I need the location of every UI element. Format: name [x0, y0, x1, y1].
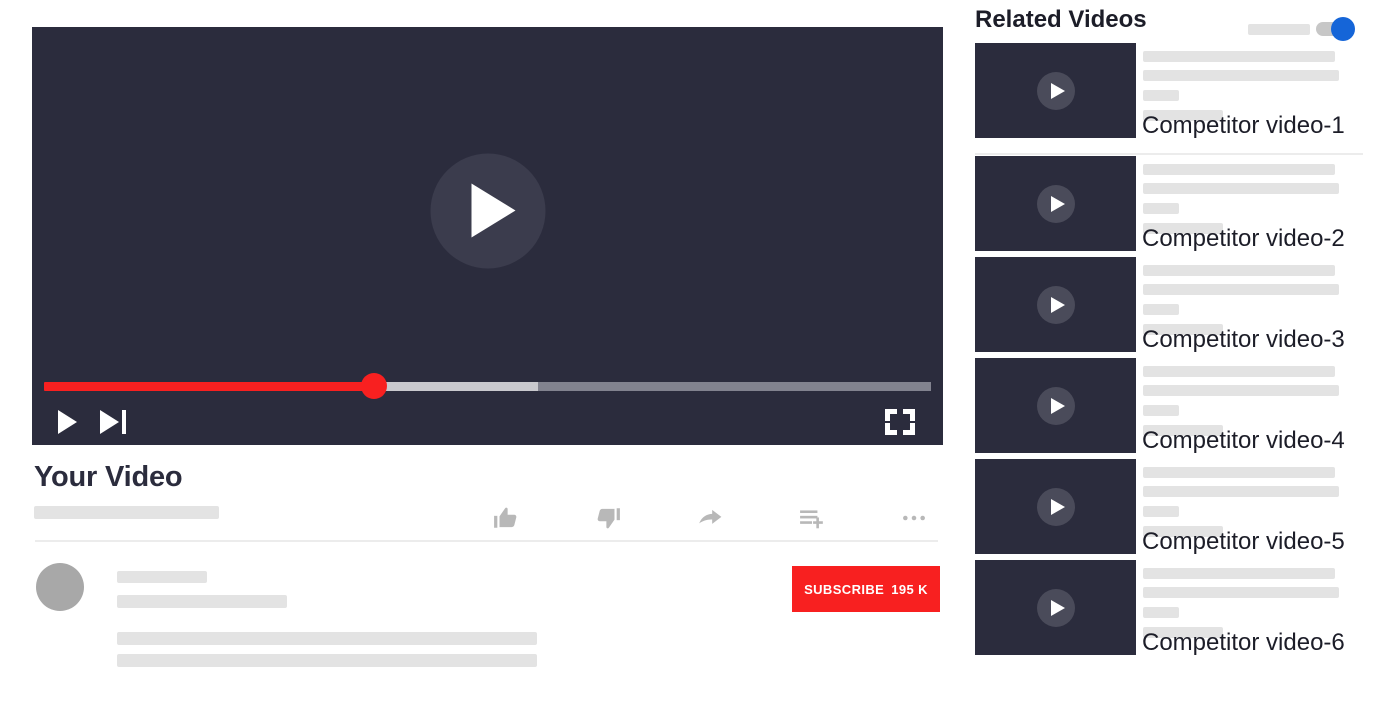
channel-meta-placeholder — [117, 595, 287, 608]
fullscreen-icon — [885, 409, 915, 435]
play-icon — [1036, 71, 1075, 110]
toggle-knob[interactable] — [1331, 17, 1355, 41]
player-controls — [44, 402, 931, 442]
big-play-button[interactable] — [430, 153, 545, 269]
share-button[interactable] — [684, 501, 736, 535]
play-icon — [1036, 285, 1075, 324]
related-video-title: Competitor video-6 — [1142, 629, 1345, 656]
video-thumbnail[interactable] — [975, 43, 1136, 138]
play-icon — [57, 410, 77, 434]
placeholder-lines — [1143, 265, 1339, 335]
related-video-title: Competitor video-5 — [1142, 528, 1345, 555]
more-horizontal-icon — [903, 515, 925, 521]
dislike-button[interactable] — [582, 501, 634, 535]
related-video-title: Competitor video-3 — [1142, 326, 1345, 353]
play-button[interactable] — [44, 405, 90, 439]
placeholder-lines — [1143, 51, 1339, 121]
description-line-1-placeholder — [117, 632, 537, 645]
subscribe-button[interactable]: SUBSCRIBE 195 K — [792, 566, 940, 612]
list-item[interactable]: Competitor video-1 — [975, 43, 1365, 156]
list-divider — [975, 153, 1363, 155]
play-icon — [1036, 588, 1075, 627]
video-subtitle-placeholder — [34, 506, 219, 519]
progress-buffered — [373, 381, 539, 391]
more-button[interactable] — [888, 501, 940, 535]
subscribe-label: SUBSCRIBE — [804, 581, 885, 597]
related-video-title: Competitor video-4 — [1142, 427, 1345, 454]
progress-bar[interactable] — [44, 373, 931, 399]
channel-avatar[interactable] — [36, 563, 84, 611]
channel-name-placeholder — [117, 571, 207, 583]
progress-played — [44, 381, 374, 391]
list-item[interactable]: Competitor video-2 — [975, 156, 1365, 257]
video-thumbnail[interactable] — [975, 156, 1136, 251]
next-button[interactable] — [90, 405, 136, 439]
video-thumbnail[interactable] — [975, 560, 1136, 655]
subscriber-count: 195 K — [891, 581, 928, 597]
video-thumbnail[interactable] — [975, 459, 1136, 554]
related-videos-list: Competitor video-1 Competitor video-2 Co… — [975, 43, 1365, 661]
fullscreen-button[interactable] — [885, 405, 931, 439]
video-player[interactable] — [32, 27, 943, 445]
placeholder-lines — [1143, 366, 1339, 436]
share-arrow-icon — [699, 509, 722, 524]
video-title: Your Video — [34, 461, 183, 493]
toggle-label-placeholder — [1248, 23, 1310, 35]
related-video-title: Competitor video-2 — [1142, 225, 1345, 252]
video-thumbnail[interactable] — [975, 358, 1136, 453]
toggle-track[interactable] — [1316, 17, 1355, 41]
thumbs-up-icon — [494, 507, 517, 528]
description-line-2-placeholder — [117, 654, 537, 667]
list-item[interactable]: Competitor video-6 — [975, 560, 1365, 661]
play-icon — [1036, 184, 1075, 223]
related-videos-heading: Related Videos — [975, 6, 1147, 33]
placeholder-lines — [1143, 164, 1339, 234]
progress-remaining — [538, 381, 931, 391]
content-divider — [35, 540, 938, 542]
related-video-title: Competitor video-1 — [1142, 112, 1345, 139]
like-button[interactable] — [480, 501, 532, 535]
placeholder-lines — [1143, 568, 1339, 638]
video-thumbnail[interactable] — [975, 257, 1136, 352]
add-to-playlist-icon — [800, 510, 823, 529]
play-icon — [471, 183, 516, 238]
play-icon — [1036, 386, 1075, 425]
list-item[interactable]: Competitor video-5 — [975, 459, 1365, 560]
thumbs-down-icon — [597, 508, 620, 529]
skip-next-icon — [100, 410, 126, 434]
list-item[interactable]: Competitor video-3 — [975, 257, 1365, 358]
video-page: Your Video SUBSCRIBE 195 K Related Video… — [0, 0, 1376, 720]
seek-handle[interactable] — [360, 373, 387, 399]
list-item[interactable]: Competitor video-4 — [975, 358, 1365, 459]
placeholder-lines — [1143, 467, 1339, 537]
play-icon — [1036, 487, 1075, 526]
video-action-bar — [480, 498, 940, 538]
save-button[interactable] — [786, 501, 838, 535]
related-autoplay-toggle[interactable] — [1248, 17, 1355, 41]
